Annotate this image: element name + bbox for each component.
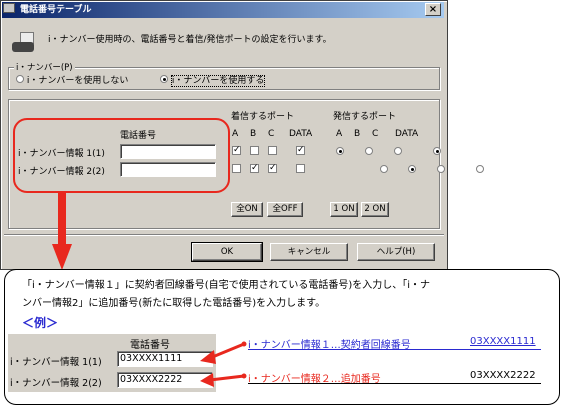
example-row-label-2: i・ナンバー情報 2(2)	[10, 378, 102, 389]
port-label-in-a: A	[232, 129, 239, 139]
port-label-out-b: B	[354, 129, 361, 139]
incoming-checkbox-2-a[interactable]	[232, 164, 241, 173]
port-label-out-data: DATA	[395, 129, 419, 139]
phone-icon	[12, 32, 38, 54]
note-number-1: 03XXXX1111	[470, 336, 536, 347]
outgoing-radio-2-data[interactable]	[476, 165, 485, 173]
inumber-group-legend: i・ナンバー(P)	[14, 61, 75, 73]
incoming-checkbox-1-data[interactable]: ✓	[296, 146, 305, 155]
arrow-down-icon	[52, 192, 72, 272]
cancel-button[interactable]: キャンセル	[270, 243, 348, 261]
port-label-out-a: A	[336, 129, 343, 139]
port-label-in-data: DATA	[289, 129, 313, 139]
example-label: ＜例＞	[22, 316, 59, 330]
outgoing-radio-1-data[interactable]	[432, 147, 441, 155]
dialog-title: 電話番号テーブル	[20, 5, 92, 15]
all-off-button[interactable]: 全OFF	[267, 202, 303, 217]
outgoing-header: 発信するポート	[333, 112, 397, 122]
app-icon	[3, 3, 15, 13]
title-bar[interactable]: 電話番号テーブル	[2, 2, 444, 18]
row-label-1: i・ナンバー情報 1(1)	[18, 149, 105, 159]
arrow-left-icon	[196, 340, 248, 390]
phone-field-1[interactable]	[120, 144, 216, 159]
close-button[interactable]: ×	[425, 3, 441, 16]
radio-button[interactable]	[160, 75, 168, 83]
outgoing-radio-1-c[interactable]	[393, 147, 402, 155]
help-button[interactable]: ヘルプ(H)	[357, 243, 435, 261]
radio-label: i・ナンバーを使用する	[170, 75, 266, 87]
radio-inumber-off[interactable]: i・ナンバーを使用しない	[16, 73, 166, 86]
example-row-label-1: i・ナンバー情報 1(1)	[10, 357, 102, 368]
incoming-checkbox-2-data[interactable]	[296, 164, 305, 173]
two-on-button[interactable]: 2 ON	[361, 202, 389, 217]
outgoing-radio-1-b[interactable]	[364, 147, 373, 155]
ok-button[interactable]: OK	[191, 242, 263, 262]
note-number-2: 03XXXX2222	[470, 370, 536, 381]
row-label-2: i・ナンバー情報 2(2)	[18, 167, 105, 177]
incoming-checkbox-1-a[interactable]: ✓	[232, 146, 241, 155]
phone-column-header: 電話番号	[120, 131, 157, 141]
port-label-in-c: C	[268, 129, 275, 139]
outgoing-radio-1-a[interactable]	[336, 147, 344, 155]
radio-button[interactable]	[16, 75, 24, 83]
callout-line-2: ンバー情報2」に追加番号(新たに取得した電話番号)を入力します。	[22, 298, 326, 309]
incoming-header: 着信するポート	[231, 112, 295, 122]
incoming-checkbox-2-c[interactable]: ✓	[268, 164, 277, 173]
note-underline-1	[248, 349, 541, 350]
outgoing-radio-2-a[interactable]	[379, 165, 388, 173]
one-on-button[interactable]: 1 ON	[330, 202, 358, 217]
radio-label: i・ナンバーを使用しない	[26, 76, 129, 86]
radio-inumber-on[interactable]: i・ナンバーを使用する	[160, 73, 280, 87]
all-on-button[interactable]: 全ON	[231, 202, 263, 217]
description-text: i・ナンバー使用時の、電話番号と着信/発信ポートの設定を行います。	[48, 35, 332, 45]
port-label-out-c: C	[372, 129, 379, 139]
incoming-checkbox-1-c[interactable]	[268, 146, 277, 155]
phone-field-2[interactable]	[120, 162, 216, 177]
example-phone-header: 電話番号	[130, 340, 170, 351]
incoming-checkbox-2-b[interactable]: ✓	[250, 164, 259, 173]
callout-line-1: 「i・ナンバー情報１」に契約者回線番号(自宅で使用されている電話番号)を入力し、…	[22, 280, 431, 291]
port-label-in-b: B	[250, 129, 257, 139]
incoming-checkbox-1-b[interactable]	[250, 146, 259, 155]
note-underline-2	[248, 383, 541, 384]
